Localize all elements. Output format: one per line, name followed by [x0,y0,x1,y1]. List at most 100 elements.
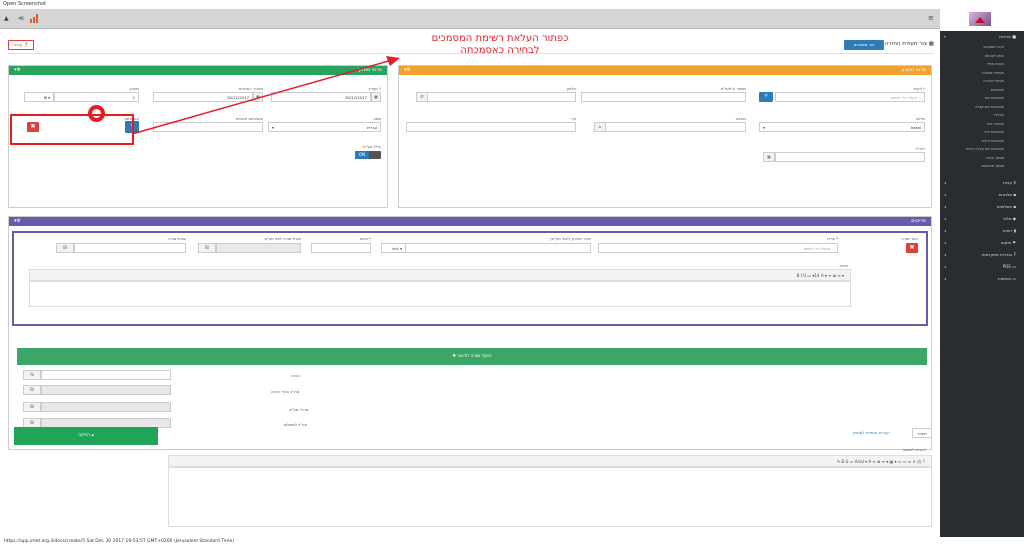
sidebar-sub-item[interactable]: מסמך ממוחשב [940,162,1024,171]
email-label: דוא"ל [915,146,925,151]
menu-icon[interactable]: ≡ [928,14,934,22]
sidebar-item-pos[interactable]: ◂ POS ▭ [940,261,1024,273]
sidebar-item-settings[interactable]: ◂ הגדרות מתקדמות F [940,249,1024,261]
collapse-icon[interactable]: ▾⚙ [14,217,21,226]
notes-editor[interactable] [168,467,932,527]
items-panel: פריטים ▾⚙ הסר שורה ✖ פריט * הקלד כדי לחפש… [8,216,932,450]
sidebar-sub-item[interactable]: ניהול מסמכים [940,43,1024,52]
description-editor[interactable] [29,281,851,307]
sidebar-sub-item[interactable]: חשבוניות מס קבלה ידניות [940,145,1024,154]
sidebar-sub-item[interactable]: קבלות [940,111,1024,120]
submit-button[interactable]: הפקה ▴ [14,427,158,445]
row-total-label: שורת שורה [168,236,186,241]
sidebar-sub-item[interactable]: חשבוניות ידניות [940,137,1024,146]
home-icon: ⌂ [594,122,606,132]
vat-input[interactable] [581,92,746,102]
row-total-input[interactable] [74,243,186,253]
sidebar-item-payments[interactable]: ◂ תשלומים ▪ [940,201,1024,213]
tab-description[interactable]: תיאור [912,428,932,438]
sidebar-sub-item[interactable]: חשבוניות מס [940,94,1024,103]
sidebar-sub-item[interactable]: תעודת החזרה [940,77,1024,86]
price-type-select[interactable]: לפני ▾ [381,243,406,253]
remove-row-button[interactable]: ✖ [906,243,918,253]
sidebar-sub-item[interactable]: תעודות משלוח [940,69,1024,78]
collapse-icon[interactable]: ▾⚙ [14,66,21,75]
price-input[interactable] [396,243,591,253]
caret-icon: ▾ [944,34,947,39]
sidebar-sub-item[interactable]: הצעת מחיר [940,60,1024,69]
phone-label: טלפון [566,86,576,91]
create-docs-button[interactable]: צור מסמכים [844,40,884,50]
sidebar: ▾ מכירות ■ ניהול מסמכים הזמן לקוחות הצעת … [940,9,1024,537]
currency-addon: ₪ [56,243,74,253]
email-input[interactable] [775,152,925,162]
currency-addon: ₪ [23,385,41,395]
sidebar-item-reports[interactable]: ◂ דוחות ▮ [940,225,1024,237]
discount-total-input[interactable] [41,370,171,380]
sidebar-sub-list: ניהול מסמכים הזמן לקוחות הצעת מחיר תעודו… [940,43,1024,171]
help-button[interactable]: עזרה ❓ [8,40,34,50]
price-label: מחיר מחירון (לפני מע"מ) [550,236,591,241]
sidebar-item-purchases[interactable]: ◂ קניות $ [940,177,1024,189]
notes-label: הערות למסמך [902,447,926,452]
calendar-icon: ▦ [763,152,775,162]
qty-input[interactable] [311,243,371,253]
qty-label: כמות * [359,236,371,241]
discount-total-label: הנחה [291,373,300,378]
subtotal-label: סה"כ אחרי הנחה [271,389,300,394]
phone-input[interactable] [416,92,576,102]
page-title: צור תעודת החזרה ▦ [884,41,934,47]
sidebar-item-sales[interactable]: ▾ מכירות ■ [940,31,1024,43]
sidebar-sub-item[interactable]: הזמן לקוחות [940,52,1024,61]
home-icon[interactable]: ▲ [4,15,9,22]
sidebar-sub-item[interactable]: חשבוניות [940,86,1024,95]
city-label: עיר [570,116,576,121]
customer-search-input[interactable]: הקלד כדי לחפש... [775,92,925,102]
sidebar-item-tasks[interactable]: ◂ משימות ▭ [940,273,1024,285]
description-toolbar[interactable]: B I U ▭ ▾14 A ▾ ≡ ≣ ≡ ▾ [29,269,851,281]
grand-total-label: סה"כ לתשלום [284,422,307,427]
logo [940,9,1024,31]
discount-input[interactable] [216,243,301,253]
description-label: תיאור [838,263,848,268]
annotation-box [10,114,134,145]
currency-addon: ₪ [198,243,216,253]
sidebar-sub-item[interactable]: חשבוניות זיכוי [940,128,1024,137]
include-vat-toggle[interactable]: ON [355,151,381,159]
currency-rate-input[interactable]: 1 [54,92,139,102]
sidebar-sub-item[interactable]: חשבוניות מס-קבלה [940,103,1024,112]
annotation-text: כפתור העלאת רשימת המסמכים לבחירה כאסמכתה [431,33,569,56]
notes-toolbar[interactable]: ✎ B U ▭ Arial ▾ A ≡ ≣ ≡ ▾ ▦ ▾ ▭ ▭ ∞ ✕ ⟨/… [168,455,932,467]
sidebar-item-warehouse[interactable]: ◂ מלגזנות ▪ [940,189,1024,201]
share-icon[interactable]: ≪ [18,15,24,22]
items-panel-header: פריטים ▾⚙ [9,217,931,226]
address-input[interactable] [596,122,746,132]
sidebar-sub-item[interactable]: תעודות זיכוי [940,120,1024,129]
phone-icon: ✆ [416,92,428,102]
add-row-button[interactable]: ✚ הוסף שורה חדשה [17,348,927,365]
country-select[interactable]: Israel ▾ [759,122,925,132]
item-row: הסר שורה ✖ פריט * הקלד כדי לחפש... מחיר … [12,231,928,326]
customer-label: לקוח * [913,86,925,91]
currency-addon: ₪ [23,402,41,412]
status-url: https://app.imet.org.il/docs/create/5 Sa… [4,539,235,544]
remove-row-label: הסר שורה [901,236,918,241]
vat-label: מספר ע"מ/ח"פ [720,86,746,91]
country-label: מדינה [915,116,925,121]
main-content: עזרה ❓ צור תעודת החזרה ▦ צור מסמכים פרטי… [0,30,940,537]
item-search-input[interactable]: הקלד כדי לחפש... [598,243,838,253]
customer-panel: פרטי חשבון ▾⚙ לקוח * הקלד כדי לחפש... ⚲ מ… [398,65,932,208]
customer-panel-header: פרטי חשבון ▾⚙ [399,66,931,75]
vat-total-output [41,402,171,412]
sidebar-sub-item[interactable]: מסמך טיוטה [940,154,1024,163]
chart-icon[interactable] [30,14,40,23]
customer-search-button[interactable]: ⚲ [759,92,773,102]
address-label: כתובת [735,116,746,121]
sidebar-item-inventory[interactable]: ◂ מלאי ◆ [940,213,1024,225]
sidebar-item-location[interactable]: ◂ מיקום ⚑ [940,237,1024,249]
item-label: פריט * [827,236,838,241]
city-input[interactable] [406,122,576,132]
tab-extra-notes[interactable]: הערות נוספות למסמך [830,428,912,438]
currency-select[interactable]: ₪ ▾ [24,92,54,102]
discount-type[interactable]: % [23,370,41,380]
